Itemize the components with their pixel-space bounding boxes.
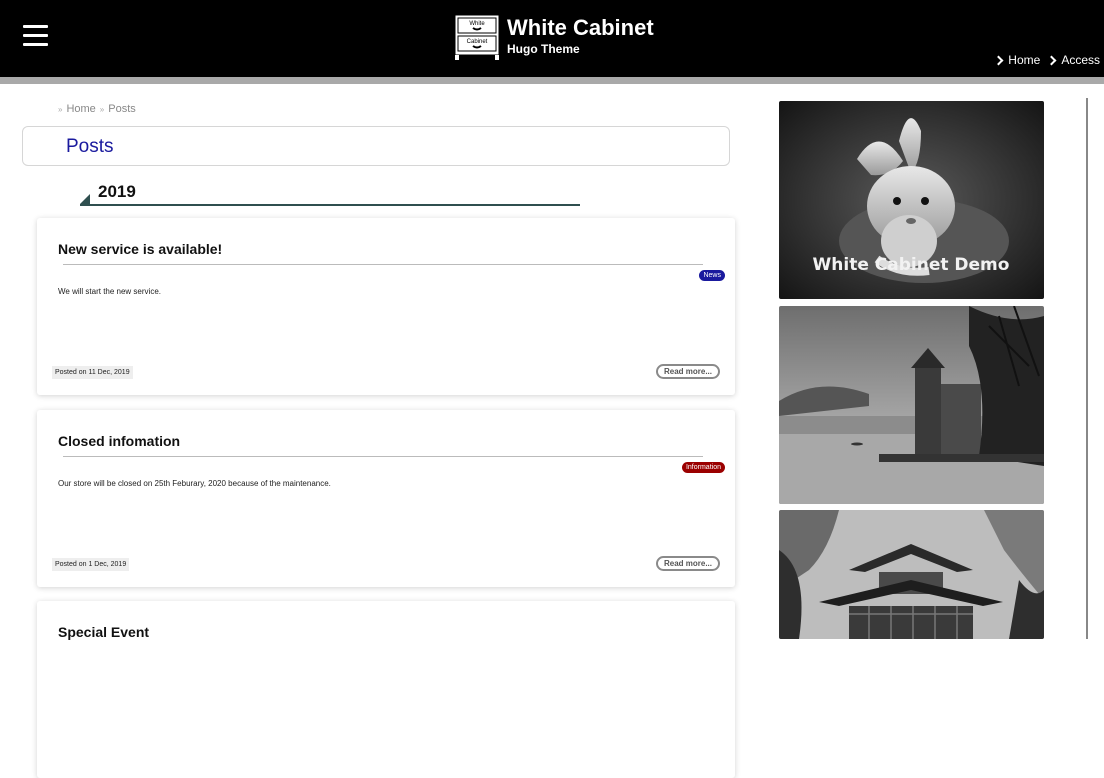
temple-image: [779, 510, 1044, 639]
post-date: Posted on 1 Dec, 2019: [52, 558, 130, 571]
breadcrumb-separator-icon: »: [58, 105, 63, 114]
site-header: White Cabinet White Cabinet Hugo Theme H…: [0, 0, 1104, 77]
nav-item-access[interactable]: Access: [1046, 53, 1100, 67]
read-more-button[interactable]: Read more...: [655, 364, 720, 379]
post-excerpt: We will start the new service.: [58, 287, 161, 296]
post-title-divider: [63, 456, 703, 457]
menu-icon[interactable]: [23, 25, 48, 48]
page-title-box: Posts: [22, 126, 730, 166]
svg-text:Cabinet: Cabinet: [467, 39, 488, 45]
svg-text:White: White: [469, 21, 485, 27]
site-title[interactable]: White Cabinet: [507, 15, 654, 41]
sidebar-banner-rabbit[interactable]: White Cabinet Demo: [779, 101, 1044, 299]
page-title: Posts: [66, 136, 114, 157]
post-title-divider: [63, 264, 703, 265]
site-subtitle: Hugo Theme: [507, 42, 580, 56]
breadcrumb-current: Posts: [108, 103, 136, 115]
sidebar-image-castle[interactable]: [779, 306, 1044, 504]
post-title[interactable]: Special Event: [58, 624, 149, 640]
year-label: 2019: [98, 182, 136, 201]
castle-lake-image: [779, 306, 1044, 504]
year-heading: 2019: [80, 180, 580, 206]
post-date: Posted on 11 Dec, 2019: [52, 366, 133, 379]
triangle-icon: [80, 194, 90, 204]
post-card: New service is available! News We will s…: [37, 218, 735, 395]
breadcrumb: » Home» Posts: [54, 103, 136, 115]
read-more-button[interactable]: Read more...: [655, 556, 720, 571]
post-card: Special Event: [37, 601, 735, 778]
chevron-right-icon: [993, 55, 1004, 65]
breadcrumb-home-link[interactable]: Home: [66, 103, 95, 115]
post-card: Closed infomation Information Our store …: [37, 410, 735, 587]
scrollbar[interactable]: [1086, 98, 1088, 639]
post-title[interactable]: Closed infomation: [58, 433, 180, 449]
top-nav: Home Access: [993, 53, 1100, 67]
post-excerpt: Our store will be closed on 25th Feburar…: [58, 479, 331, 488]
chevron-right-icon: [1046, 55, 1057, 65]
post-tag-badge[interactable]: Information: [681, 462, 725, 473]
nav-item-home[interactable]: Home: [993, 53, 1040, 67]
post-tag-badge[interactable]: News: [699, 270, 725, 281]
post-title[interactable]: New service is available!: [58, 241, 222, 257]
cabinet-logo-icon[interactable]: White Cabinet: [454, 14, 500, 60]
banner-text: White Cabinet Demo: [813, 255, 1010, 275]
sidebar-image-temple[interactable]: [779, 510, 1044, 639]
header-divider: [0, 77, 1104, 84]
rabbit-image: White Cabinet Demo: [779, 101, 1044, 299]
breadcrumb-separator-icon: »: [99, 105, 105, 114]
